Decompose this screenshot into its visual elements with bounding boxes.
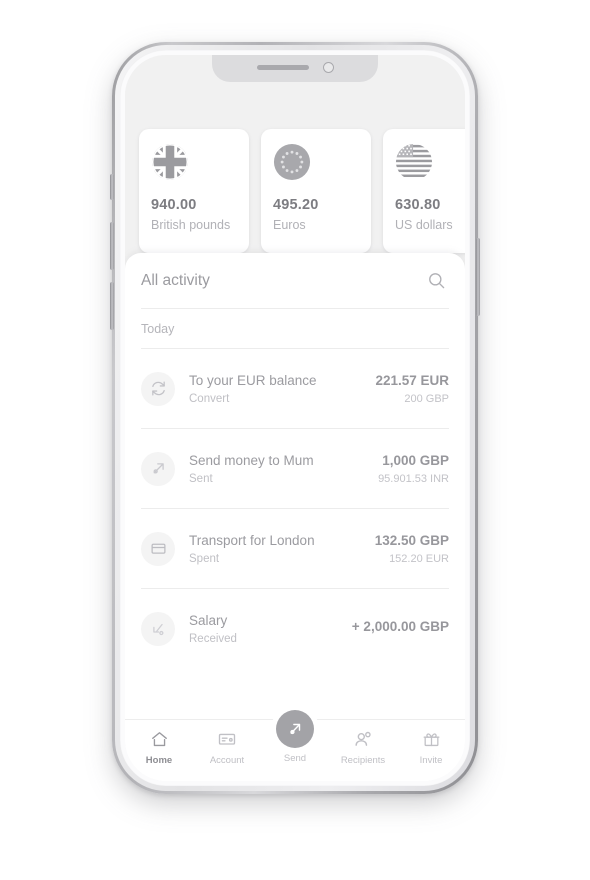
card-icon: [150, 543, 166, 554]
transaction-text: Transport for London Spent: [189, 533, 375, 565]
nav-label: Send: [283, 753, 307, 764]
send-arrow-icon: [290, 723, 301, 735]
balance-label: British pounds: [151, 218, 231, 232]
day-group-header: Today: [141, 309, 449, 349]
transaction-secondary: 200 GBP: [404, 392, 449, 405]
transaction-amounts: 221.57 EUR 200 GBP: [375, 373, 449, 405]
balance-amount: 940.00: [151, 197, 197, 213]
transaction-title: Salary: [189, 613, 228, 628]
nav-item-account[interactable]: Account: [193, 729, 261, 766]
transaction-title: Send money to Mum: [189, 452, 314, 468]
nav-item-invite[interactable]: Invite: [397, 729, 465, 766]
transaction-amounts: 132.50 GBP 152.20 EUR: [375, 533, 449, 565]
transaction-amount: 221.57 EUR: [375, 372, 449, 388]
transaction-amounts: + 2,000.00 GBP: [352, 619, 449, 639]
device-notch: [212, 55, 378, 82]
transaction-amounts: 1,000 GBP 95.901.53 INR: [378, 453, 449, 485]
send-arrow-icon: [153, 463, 164, 474]
balance-card-usd[interactable]: 630.80 US dollars: [383, 129, 465, 253]
balance-card-gbp[interactable]: 940.00 British pounds: [139, 129, 249, 253]
transaction-secondary: 152.20 EUR: [389, 552, 449, 565]
nav-label: Account: [209, 755, 245, 766]
transaction-text: Send money to Mum Sent: [189, 453, 378, 485]
transaction-amount: 1,000 GBP: [382, 452, 449, 468]
nav-label: Recipients: [340, 755, 386, 766]
nav-label: Home: [145, 755, 173, 766]
phone-screen: 940.00 British pounds 495.20 Euros 630.8…: [125, 55, 465, 781]
activity-header: All activity: [141, 253, 449, 309]
transaction-subtitle: Sent: [189, 472, 213, 485]
activity-title: All activity: [141, 271, 210, 289]
volume-down-button[interactable]: [110, 282, 114, 330]
bottom-navigation: Home Account Send Recipients Invite: [125, 710, 465, 781]
gb-flag-icon: [151, 143, 189, 181]
nav-item-recipients[interactable]: Recipients: [329, 729, 397, 766]
transaction-amount: + 2,000.00 GBP: [351, 619, 449, 634]
us-flag-icon: [395, 143, 433, 181]
balance-label: Euros: [273, 218, 306, 232]
volume-up-button[interactable]: [110, 222, 114, 270]
gift-icon: [423, 732, 439, 746]
balance-amount: 495.20: [273, 197, 319, 213]
transaction-list: To your EUR balance Convert 221.57 EUR 2…: [141, 349, 449, 669]
search-button[interactable]: [423, 268, 449, 294]
transaction-icon-wrap: [141, 531, 175, 566]
balance-carousel[interactable]: 940.00 British pounds 495.20 Euros 630.8…: [125, 55, 465, 260]
transaction-icon-wrap: [141, 371, 175, 406]
balance-card-eur[interactable]: 495.20 Euros: [261, 129, 371, 253]
account-card-icon: [218, 733, 236, 745]
mute-switch-button[interactable]: [110, 174, 114, 200]
search-icon: [428, 273, 444, 289]
activity-sheet: All activity Today To your EUR balance C…: [125, 253, 465, 781]
phone-device-frame: 940.00 British pounds 495.20 Euros 630.8…: [110, 42, 480, 794]
power-button[interactable]: [476, 238, 480, 316]
transaction-subtitle: Spent: [189, 552, 220, 565]
front-camera-icon: [322, 61, 334, 73]
home-icon: [151, 731, 167, 746]
transaction-icon-wrap: [141, 451, 175, 486]
nav-item-home[interactable]: Home: [125, 729, 193, 766]
convert-icon: [151, 381, 165, 396]
nav-label: Invite: [419, 755, 443, 766]
transaction-title: Transport for London: [189, 532, 315, 548]
transaction-amount: 132.50 GBP: [374, 532, 449, 548]
transaction-row[interactable]: To your EUR balance Convert 221.57 EUR 2…: [141, 349, 449, 429]
transaction-subtitle: Convert: [189, 392, 230, 405]
receive-arrow-icon: [152, 623, 163, 635]
eu-flag-icon: [273, 143, 311, 181]
transaction-text: Salary Received: [189, 613, 352, 645]
transaction-icon-wrap: [141, 612, 175, 646]
transaction-text: To your EUR balance Convert: [189, 373, 375, 405]
day-group-label: Today: [141, 321, 175, 336]
speaker-grille-icon: [256, 64, 309, 70]
transaction-row[interactable]: Send money to Mum Sent 1,000 GBP 95.901.…: [141, 429, 449, 509]
send-fab-button[interactable]: [276, 710, 314, 748]
transaction-row[interactable]: Salary Received + 2,000.00 GBP: [141, 589, 449, 669]
recipients-people-icon: [354, 731, 371, 746]
transaction-title: To your EUR balance: [189, 372, 317, 388]
transaction-subtitle: Received: [189, 633, 237, 645]
balance-label: US dollars: [395, 218, 453, 232]
transaction-row[interactable]: Transport for London Spent 132.50 GBP 15…: [141, 509, 449, 589]
transaction-secondary: 95.901.53 INR: [378, 472, 449, 485]
balance-amount: 630.80: [395, 197, 441, 213]
